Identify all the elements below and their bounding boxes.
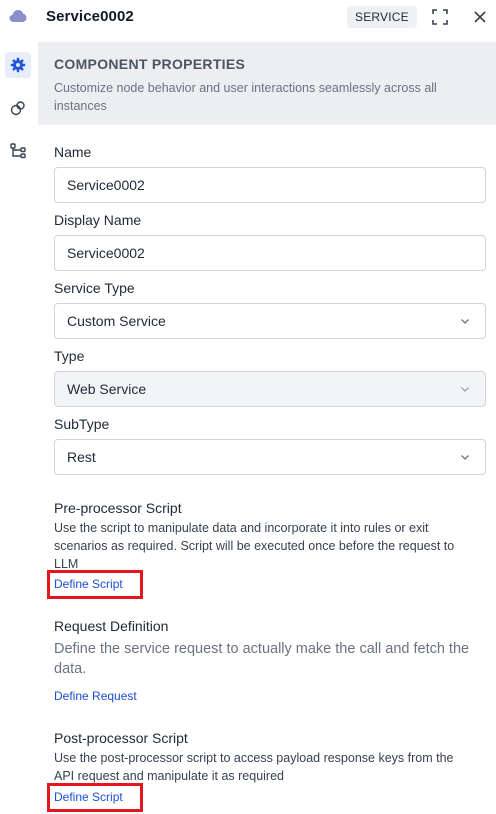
panel-title: Service0002 — [46, 8, 134, 25]
rail-item-connections[interactable] — [5, 95, 31, 121]
post-processor-description: Use the post-processor script to access … — [54, 751, 454, 783]
subtype-select[interactable]: Rest — [54, 439, 486, 475]
name-input[interactable] — [54, 167, 486, 203]
link-circles-icon — [10, 101, 25, 116]
panel-header: Service0002 SERVICE — [0, 0, 496, 36]
subtype-value: Rest — [67, 449, 96, 465]
rail-item-properties[interactable] — [5, 52, 31, 78]
close-button[interactable] — [472, 9, 488, 25]
service-type-value: Custom Service — [67, 313, 166, 329]
type-badge: SERVICE — [347, 6, 417, 28]
expand-icon — [432, 9, 448, 25]
properties-panel: COMPONENT PROPERTIES Customize node beha… — [38, 42, 496, 814]
banner-title: COMPONENT PROPERTIES — [54, 56, 246, 72]
side-rail — [0, 42, 38, 814]
properties-banner: COMPONENT PROPERTIES Customize node beha… — [38, 42, 496, 125]
flow-tree-icon — [10, 143, 26, 159]
post-processor-title: Post-processor Script — [54, 730, 188, 746]
chevron-down-icon — [461, 319, 469, 324]
pre-processor-title: Pre-processor Script — [54, 500, 182, 516]
subtype-label: SubType — [54, 416, 110, 432]
display-name-input[interactable] — [54, 235, 486, 271]
request-definition-description: Define the service request to actually m… — [54, 641, 470, 677]
gear-icon — [10, 57, 26, 73]
service-type-select[interactable]: Custom Service — [54, 303, 486, 339]
cloud-icon — [9, 10, 27, 22]
close-icon — [474, 11, 486, 23]
type-select: Web Service — [54, 371, 486, 407]
highlight-box-post-script — [47, 783, 143, 812]
display-name-label: Display Name — [54, 212, 142, 228]
chevron-down-icon — [461, 455, 469, 460]
expand-button[interactable] — [431, 8, 449, 26]
request-definition-title: Request Definition — [54, 618, 169, 634]
pre-processor-description: Use the script to manipulate data and in… — [54, 521, 455, 571]
define-request-link[interactable]: Define Request — [54, 689, 137, 703]
service-type-label: Service Type — [54, 280, 135, 296]
type-label: Type — [54, 348, 85, 364]
name-label: Name — [54, 144, 92, 160]
type-value: Web Service — [67, 381, 147, 397]
rail-item-flow[interactable] — [5, 138, 31, 164]
banner-description: Customize node behavior and user interac… — [54, 81, 437, 113]
chevron-down-icon — [461, 387, 469, 392]
highlight-box-pre-script — [47, 570, 143, 599]
